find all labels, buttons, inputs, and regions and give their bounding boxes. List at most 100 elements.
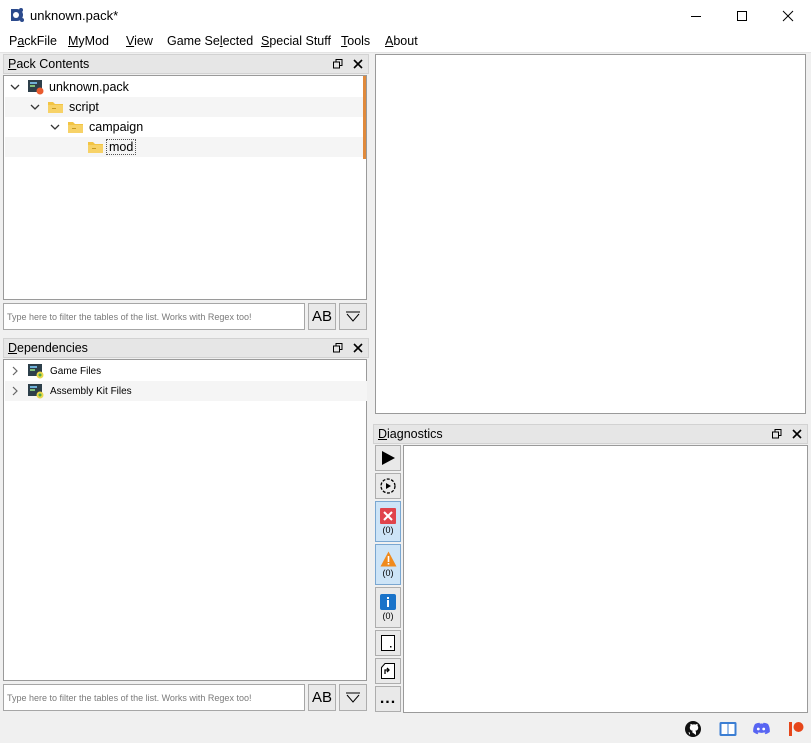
tree-item-label: campaign bbox=[89, 120, 144, 134]
warning-icon bbox=[380, 551, 396, 567]
error-icon bbox=[380, 508, 396, 524]
pack-contents-header: Pack Contents bbox=[3, 54, 369, 74]
maximize-icon bbox=[737, 10, 747, 21]
dropdown-arrow-icon bbox=[346, 692, 360, 703]
maximize-button[interactable] bbox=[719, 0, 765, 31]
folder-icon bbox=[68, 122, 83, 133]
close-icon bbox=[782, 10, 794, 21]
minimize-button[interactable] bbox=[673, 0, 719, 31]
jump-to-file-button[interactable] bbox=[375, 658, 401, 684]
tree-item-folder-selected[interactable]: mod bbox=[5, 137, 363, 157]
menu-packfile[interactable]: PackFile bbox=[9, 34, 57, 48]
pack-icon bbox=[28, 80, 44, 95]
case-sensitive-icon: AB bbox=[311, 689, 332, 706]
github-icon bbox=[685, 721, 701, 737]
close-window-button[interactable] bbox=[765, 0, 811, 31]
dependencies-float-button[interactable] bbox=[331, 341, 345, 355]
manual-button[interactable] bbox=[719, 720, 737, 738]
tree-item-label: unknown.pack bbox=[49, 80, 129, 94]
diagnostics-list[interactable] bbox=[403, 445, 808, 713]
error-count: (0) bbox=[382, 525, 394, 535]
dependencies-close-button[interactable] bbox=[351, 341, 365, 355]
close-icon bbox=[353, 343, 363, 353]
discord-button[interactable] bbox=[752, 720, 770, 738]
chevron-right-icon bbox=[12, 386, 18, 396]
check-current-file-button[interactable] bbox=[375, 473, 401, 499]
pack-contents-title: Pack Contents bbox=[8, 57, 90, 71]
error-filter-button[interactable]: (0) bbox=[375, 501, 401, 542]
menu-mymod[interactable]: MyMod bbox=[68, 34, 109, 48]
app-logo-icon bbox=[11, 8, 24, 22]
chevron-down-icon bbox=[10, 84, 20, 90]
float-icon bbox=[333, 343, 343, 353]
run-diagnostics-button[interactable] bbox=[375, 445, 401, 471]
pack-contents-float-button[interactable] bbox=[331, 57, 345, 71]
filter-dropdown-button[interactable] bbox=[339, 303, 367, 330]
float-icon bbox=[772, 429, 782, 439]
tree-item-folder[interactable]: campaign bbox=[5, 117, 363, 137]
patreon-button[interactable] bbox=[787, 720, 805, 738]
scroll-indicator bbox=[363, 76, 366, 159]
tree-item-folder[interactable]: script bbox=[5, 97, 363, 117]
pack-contents-tree[interactable]: unknown.pack script campaign mod bbox=[3, 75, 367, 300]
book-icon bbox=[719, 722, 737, 736]
tree-item-label: mod bbox=[106, 139, 137, 155]
diagnostics-title: Diagnostics bbox=[378, 427, 443, 441]
chevron-down-icon bbox=[50, 124, 60, 130]
diagnostics-close-button[interactable] bbox=[790, 427, 804, 441]
editor-area bbox=[375, 54, 806, 414]
folder-icon bbox=[48, 102, 63, 113]
more-options-button[interactable]: ... bbox=[375, 686, 401, 712]
menu-bar: PackFile MyMod View Game Selected Specia… bbox=[0, 31, 811, 53]
menu-view[interactable]: View bbox=[126, 34, 153, 48]
more-options-icon: ... bbox=[379, 690, 397, 707]
info-count: (0) bbox=[382, 611, 394, 621]
case-sensitive-button[interactable]: AB bbox=[308, 684, 336, 711]
pack-contents-filter-input[interactable] bbox=[3, 303, 305, 330]
dropdown-arrow-icon bbox=[346, 311, 360, 322]
case-sensitive-button[interactable]: AB bbox=[308, 303, 336, 330]
dependencies-filter-input[interactable] bbox=[3, 684, 305, 711]
patreon-icon bbox=[789, 722, 804, 736]
float-icon bbox=[333, 59, 343, 69]
dependencies-header: Dependencies bbox=[3, 338, 369, 358]
filter-dropdown-button[interactable] bbox=[339, 684, 367, 711]
tree-item-label: script bbox=[69, 100, 99, 114]
dependencies-tree[interactable]: Game Files Assembly Kit Files bbox=[3, 359, 367, 681]
pack-contents-close-button[interactable] bbox=[351, 57, 365, 71]
menu-tools[interactable]: Tools bbox=[341, 34, 370, 48]
tree-item-label: Assembly Kit Files bbox=[50, 386, 132, 397]
pack-icon bbox=[28, 384, 44, 399]
folder-icon bbox=[88, 142, 103, 153]
tree-item-pack[interactable]: unknown.pack bbox=[5, 77, 363, 97]
close-icon bbox=[792, 429, 802, 439]
chevron-down-icon bbox=[30, 104, 40, 110]
minimize-icon bbox=[691, 15, 701, 17]
warning-count: (0) bbox=[382, 568, 394, 578]
menu-about[interactable]: About bbox=[385, 34, 418, 48]
diagnostics-header: Diagnostics bbox=[373, 424, 808, 444]
dependencies-title: Dependencies bbox=[8, 341, 88, 355]
document-icon bbox=[381, 635, 395, 651]
info-filter-button[interactable]: (0) bbox=[375, 587, 401, 628]
pack-icon bbox=[28, 364, 44, 379]
play-icon bbox=[382, 451, 395, 465]
title-bar: unknown.pack* bbox=[0, 0, 811, 31]
document-arrow-icon bbox=[381, 663, 395, 679]
tree-item-assembly-kit-files[interactable]: Assembly Kit Files bbox=[5, 381, 367, 401]
open-file-filter-button[interactable] bbox=[375, 630, 401, 656]
window-title: unknown.pack* bbox=[30, 8, 119, 23]
close-icon bbox=[353, 59, 363, 69]
diagnostics-float-button[interactable] bbox=[770, 427, 784, 441]
tree-item-game-files[interactable]: Game Files bbox=[5, 361, 367, 381]
warning-filter-button[interactable]: (0) bbox=[375, 544, 401, 585]
github-button[interactable] bbox=[684, 720, 702, 738]
gear-play-icon bbox=[380, 478, 396, 494]
case-sensitive-icon: AB bbox=[311, 308, 332, 325]
menu-game-selected[interactable]: Game Selected bbox=[167, 34, 253, 48]
menu-special-stuff[interactable]: Special Stuff bbox=[261, 34, 331, 48]
discord-icon bbox=[753, 722, 770, 735]
info-icon bbox=[380, 594, 396, 610]
tree-item-label: Game Files bbox=[50, 366, 102, 377]
chevron-right-icon bbox=[12, 366, 18, 376]
